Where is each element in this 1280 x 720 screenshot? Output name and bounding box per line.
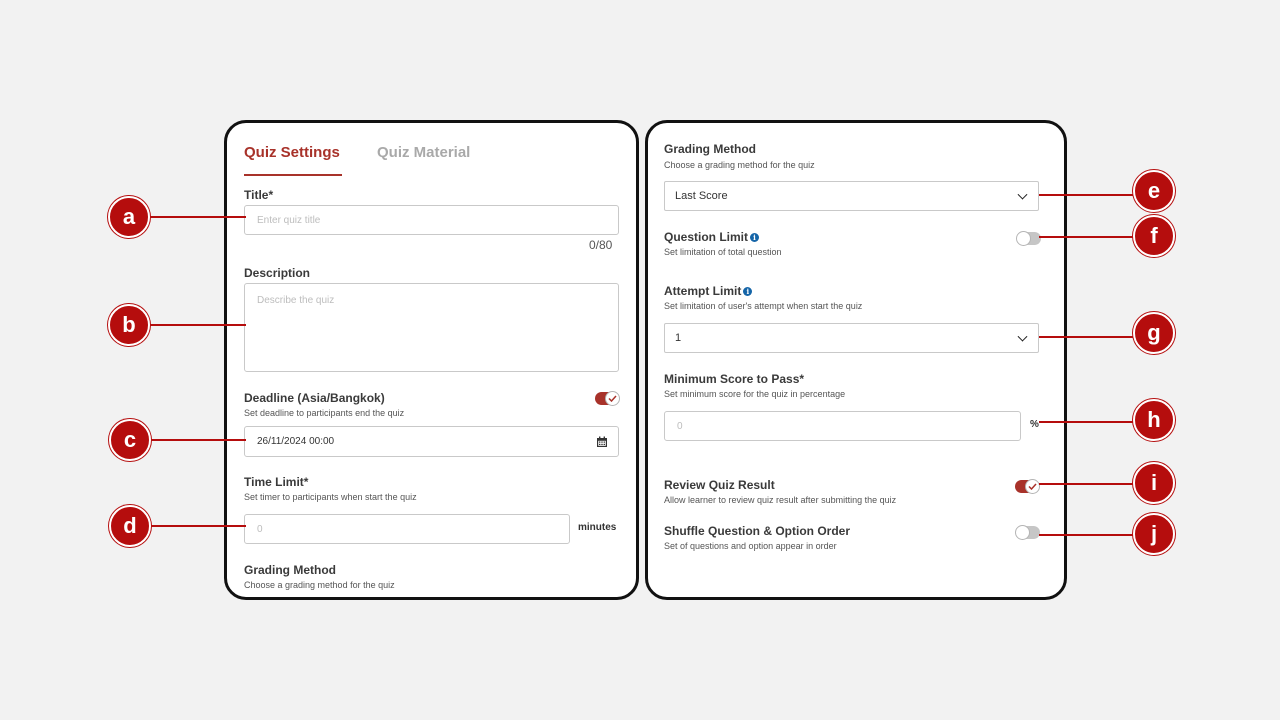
shuffle-hint: Set of questions and option appear in or… — [664, 541, 837, 551]
description-label: Description — [244, 266, 311, 280]
time-limit-hint: Set timer to participants when start the… — [244, 492, 417, 502]
minutes-suffix: minutes — [578, 522, 617, 533]
shuffle-toggle[interactable] — [1015, 525, 1040, 540]
question-limit-label: Question Limit i — [664, 230, 759, 244]
callout-badge-d: d — [109, 505, 151, 547]
tab-quiz-material[interactable]: Quiz Material — [377, 144, 470, 161]
callout-badge-c: c — [109, 419, 151, 461]
callout-line-d — [151, 525, 246, 527]
attempt-limit-value: 1 — [675, 332, 682, 344]
description-textarea[interactable]: Describe the quiz — [244, 283, 619, 372]
time-limit-input[interactable]: 0 — [244, 514, 570, 544]
title-label: Title* — [244, 188, 274, 202]
quiz-settings-panel-scrolled: Grading Method Choose a grading method f… — [645, 120, 1067, 600]
title-input[interactable]: Enter quiz title — [244, 205, 619, 235]
grading-method-label: Grading Method — [664, 142, 756, 156]
callout-badge-g: g — [1133, 312, 1175, 354]
callout-line-g — [1039, 336, 1135, 338]
deadline-value: 26/11/2024 00:00 — [257, 436, 335, 447]
attempt-limit-label: Attempt Limit i — [664, 284, 753, 298]
deadline-datetime-input[interactable]: 26/11/2024 00:00 — [244, 426, 619, 457]
callout-badge-b: b — [108, 304, 150, 346]
info-icon[interactable]: i — [750, 233, 759, 242]
callout-badge-e: e — [1133, 170, 1175, 212]
chevron-down-icon — [1017, 189, 1028, 200]
percent-suffix: % — [1030, 419, 1039, 430]
toggle-knob — [1025, 479, 1040, 494]
check-icon — [608, 395, 617, 402]
callout-line-c — [151, 439, 246, 441]
toggle-knob — [1016, 231, 1031, 246]
review-result-label: Review Quiz Result — [664, 478, 775, 492]
callout-line-b — [150, 324, 246, 326]
attempt-limit-hint: Set limitation of user's attempt when st… — [664, 301, 863, 311]
callout-line-e — [1039, 194, 1135, 196]
review-result-toggle[interactable] — [1015, 479, 1040, 494]
callout-badge-j: j — [1133, 513, 1175, 555]
active-tab-underline — [244, 174, 342, 176]
callout-line-h — [1039, 421, 1135, 423]
title-char-counter: 0/80 — [589, 238, 613, 252]
callout-line-a — [150, 216, 246, 218]
grading-method-hint: Choose a grading method for the quiz — [244, 580, 395, 590]
callout-badge-h: h — [1133, 399, 1175, 441]
min-score-input[interactable]: 0 — [664, 411, 1021, 441]
min-score-label: Minimum Score to Pass* — [664, 372, 805, 386]
grading-method-select[interactable]: Last Score — [664, 181, 1039, 211]
toggle-knob — [605, 391, 620, 406]
grading-method-label: Grading Method — [244, 563, 336, 577]
tab-quiz-settings[interactable]: Quiz Settings — [244, 144, 340, 161]
shuffle-label: Shuffle Question & Option Order — [664, 524, 850, 538]
question-limit-hint: Set limitation of total question — [664, 247, 782, 257]
callout-badge-f: f — [1133, 215, 1175, 257]
info-icon[interactable]: i — [743, 287, 753, 296]
grading-method-hint: Choose a grading method for the quiz — [664, 160, 815, 170]
deadline-hint: Set deadline to participants end the qui… — [244, 408, 405, 418]
toggle-knob — [1015, 525, 1030, 540]
review-result-hint: Allow learner to review quiz result afte… — [664, 495, 897, 505]
callout-line-j — [1039, 534, 1135, 536]
deadline-label: Deadline (Asia/Bangkok) — [244, 391, 385, 405]
calendar-icon[interactable] — [596, 435, 608, 453]
callout-line-f — [1039, 236, 1135, 238]
callout-line-i — [1039, 483, 1135, 485]
question-limit-toggle[interactable] — [1016, 231, 1041, 246]
time-limit-label: Time Limit* — [244, 475, 309, 489]
chevron-down-icon — [1017, 331, 1028, 342]
check-icon — [1028, 483, 1037, 490]
callout-badge-a: a — [108, 196, 150, 238]
grading-method-value: Last Score — [675, 190, 728, 202]
quiz-settings-panel: Quiz Settings Quiz Material Title* Enter… — [224, 120, 639, 600]
deadline-toggle[interactable] — [595, 391, 620, 406]
callout-badge-i: i — [1133, 462, 1175, 504]
attempt-limit-select[interactable]: 1 — [664, 323, 1039, 353]
min-score-hint: Set minimum score for the quiz in percen… — [664, 389, 846, 399]
